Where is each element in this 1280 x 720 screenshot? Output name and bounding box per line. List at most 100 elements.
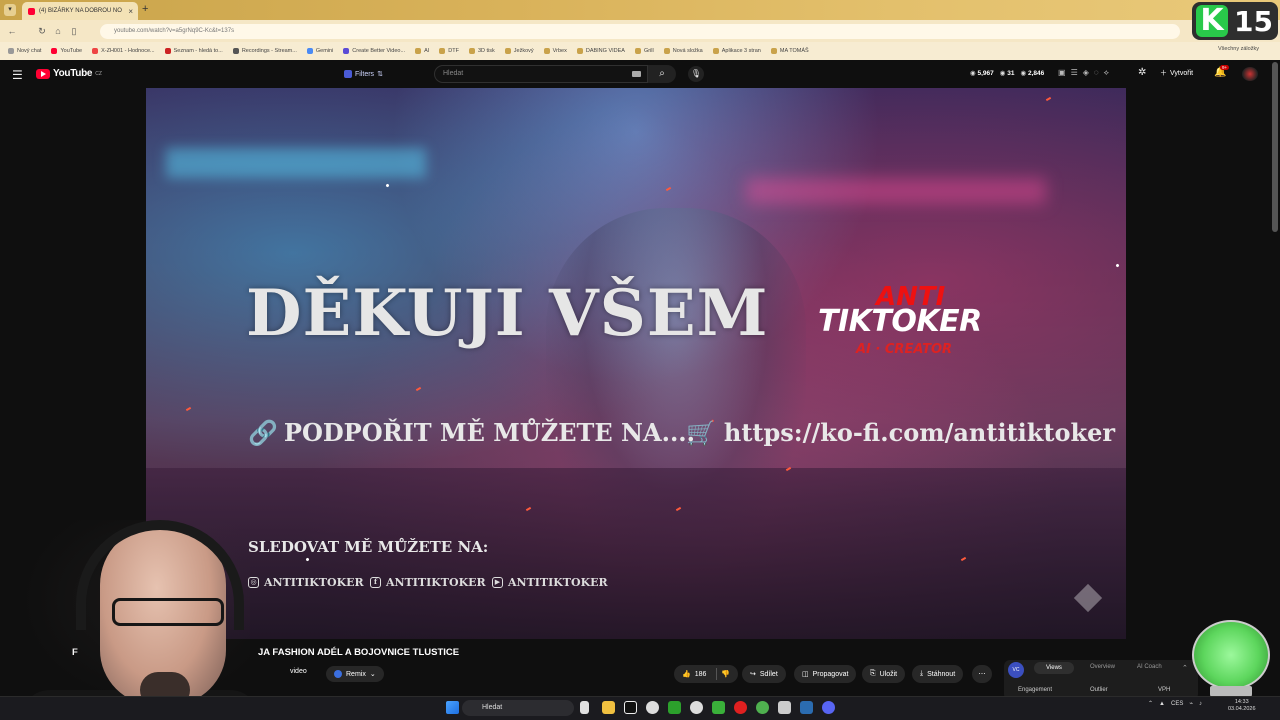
neon-light <box>746 178 1046 204</box>
bookmark-folder[interactable]: MA TOMÁŠ <box>770 48 809 54</box>
app-icon[interactable] <box>690 701 703 714</box>
share-button[interactable]: ↪ Sdílet <box>742 665 786 683</box>
channel-stats: ◉ 5,967 ◉ 31 ◉ 2,846 <box>970 70 1045 77</box>
share-icon: ↪ <box>750 671 756 678</box>
app-icon[interactable] <box>712 701 725 714</box>
windows-start-icon[interactable] <box>446 701 459 714</box>
download-button[interactable]: ⤓ Stáhnout <box>912 665 964 683</box>
like-dislike-button[interactable]: 👍 186 👎 <box>674 665 738 683</box>
browser-tab-active[interactable]: (4) BIZÁRKY NA DOBROU NO × <box>22 2 138 20</box>
tab-menu-button[interactable]: ▾ <box>4 4 16 16</box>
extension-icon[interactable]: ◈ <box>1083 68 1089 78</box>
youtube-logo[interactable]: YouTube CZ <box>36 68 102 79</box>
opera-icon[interactable] <box>734 701 747 714</box>
tab-overview[interactable]: Overview <box>1090 664 1115 670</box>
bookmark-folder[interactable]: Ježkový <box>504 48 534 54</box>
ember-particle <box>385 183 390 188</box>
more-actions-button[interactable]: ⋯ <box>972 665 992 683</box>
close-tab-icon[interactable]: × <box>128 7 133 16</box>
app-icon[interactable] <box>800 701 813 714</box>
metric-outlier: Outlier <box>1090 687 1108 693</box>
search-input[interactable]: Hledat <box>434 65 648 83</box>
bookmark-folder[interactable]: DTF <box>439 48 459 54</box>
filters-button[interactable]: Filters ⇅ <box>344 67 383 81</box>
extension-icon[interactable]: ☰ <box>1071 68 1078 78</box>
bookmark-item[interactable]: Nový chat <box>8 48 41 54</box>
extension-icon[interactable]: ◌ <box>1094 68 1099 78</box>
tray-app-icon[interactable]: ▲ <box>1159 701 1165 707</box>
tab-views[interactable]: Views <box>1034 662 1074 674</box>
network-icon[interactable]: ⌁ <box>1189 700 1193 707</box>
bookmark-folder[interactable]: AI <box>415 48 429 54</box>
search-icon: ⌕ <box>659 68 665 79</box>
tiktok-icon[interactable] <box>624 701 637 714</box>
volume-icon[interactable]: ♪ <box>1199 701 1202 707</box>
extension-icon[interactable]: ▣ <box>1058 68 1066 78</box>
gumball-machine-widget <box>1192 620 1270 690</box>
file-explorer-icon[interactable] <box>602 701 615 714</box>
bookmark-item[interactable]: Create Better Video... <box>343 48 405 54</box>
folder-icon <box>576 48 583 54</box>
follow-text: SLEDOVAT MĚ MŮŽETE NA: <box>248 538 489 556</box>
kick-logo-icon: K <box>1196 5 1228 37</box>
scrollbar[interactable] <box>1272 62 1278 232</box>
voice-search-icon[interactable]: 🎙 <box>688 66 704 82</box>
reload-icon[interactable]: ↻ <box>34 23 50 39</box>
save-button[interactable]: ⎘ Uložit <box>862 665 906 683</box>
sidebar-toggle-icon[interactable]: ▯ <box>66 23 82 39</box>
home-icon[interactable]: ⌂ <box>50 23 66 39</box>
more-icon: ⋯ <box>978 671 986 678</box>
video-thanks-heading: DĚKUJI VŠEM <box>246 276 769 351</box>
video-player[interactable] <box>146 88 1126 639</box>
neon-light <box>166 148 426 178</box>
menu-icon[interactable]: ☰ <box>12 68 23 82</box>
collapse-icon[interactable]: ⌃ <box>1182 664 1188 672</box>
bookmark-folder[interactable]: Nová složka <box>663 48 703 54</box>
app-icon[interactable] <box>778 701 791 714</box>
app-icon[interactable] <box>646 701 659 714</box>
bookmark-item[interactable]: Seznam - hledá to... <box>164 48 223 54</box>
bookmark-folder[interactable]: DABING VIDEA <box>576 48 625 54</box>
keyboard-icon[interactable] <box>632 71 641 77</box>
discord-icon[interactable] <box>822 701 835 714</box>
bookmark-icon <box>8 48 14 54</box>
avatar[interactable] <box>1242 67 1258 81</box>
bookmark-folder[interactable]: 3D tisk <box>468 48 495 54</box>
chrome-icon[interactable] <box>756 701 769 714</box>
youtube-icon <box>51 48 58 54</box>
video-button[interactable]: video <box>290 668 307 675</box>
thumbs-up-icon[interactable]: 👍 <box>682 670 691 678</box>
remix-button[interactable]: Remix ⌄ <box>326 666 384 682</box>
tab-ai-coach[interactable]: AI Coach <box>1137 664 1162 670</box>
video-title: JA FASHION ADÉL A BOJOVNICE TLUSTICE <box>258 647 460 658</box>
taskbar-search-input[interactable]: Hledat <box>462 700 574 716</box>
thumbs-down-icon[interactable]: 👎 <box>721 670 730 678</box>
remix-icon <box>334 670 342 678</box>
bookmark-folder[interactable]: Grill <box>634 48 654 54</box>
bookmarks-bar: Nový chat YouTube X-ZH001 - Hodnoce... S… <box>0 42 1280 60</box>
studio-gear-icon[interactable]: ✲ <box>1138 67 1146 78</box>
new-tab-button[interactable]: + <box>142 3 148 15</box>
all-bookmarks-button[interactable]: Všechny záložky <box>1218 46 1259 52</box>
search-button[interactable]: ⌕ <box>648 65 676 83</box>
extension-icon[interactable]: ⟡ <box>1104 68 1109 78</box>
url-input[interactable]: youtube.com/watch?v=a5grNq9C-Kc&t=137s <box>100 24 1180 39</box>
xbox-icon[interactable] <box>668 701 681 714</box>
folder-icon <box>543 48 550 54</box>
taskbar-clock[interactable]: 14:33 03.04.2026 <box>1228 699 1256 713</box>
app-icon[interactable] <box>580 701 589 714</box>
bookmark-item[interactable]: YouTube <box>51 48 82 54</box>
bookmark-icon <box>343 48 350 54</box>
bookmark-folder[interactable]: Aplikace 3 stran <box>712 48 761 54</box>
language-indicator[interactable]: CES <box>1171 701 1183 707</box>
promote-button[interactable]: ◫ Propagovat <box>794 665 857 683</box>
back-icon[interactable]: ← <box>4 23 20 39</box>
bookmark-item[interactable]: X-ZH001 - Hodnoce... <box>92 48 155 54</box>
bookmark-item[interactable]: Recordings - Stream... <box>232 48 297 54</box>
create-button[interactable]: ＋ Vytvořit <box>1160 68 1193 78</box>
bookmark-item[interactable]: Gemini <box>306 48 333 54</box>
tray-chevron-icon[interactable]: ⌃ <box>1148 700 1153 707</box>
bookmark-folder[interactable]: Vrbex <box>543 48 567 54</box>
facebook-handle: f ANTITIKTOKER <box>370 576 486 589</box>
folder-icon <box>663 48 670 54</box>
